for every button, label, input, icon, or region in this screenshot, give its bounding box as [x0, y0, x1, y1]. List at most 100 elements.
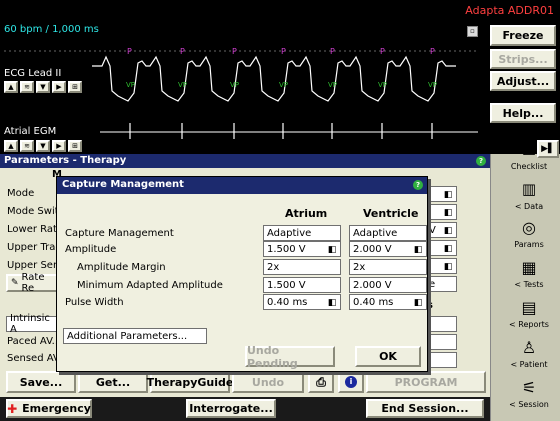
additional-parameters-button[interactable]: Additional Parameters... [63, 328, 207, 344]
egm-up-button[interactable]: ▲ [4, 140, 18, 152]
param-row-mode: Mode [7, 188, 35, 199]
additional-parameters-label: Additional Parameters... [67, 330, 188, 342]
patient-icon: ♙ [521, 338, 537, 357]
intrinsic-label: Intrinsic A [10, 313, 50, 335]
parameters-title: Parameters - Therapy [4, 155, 127, 166]
sidebar-item-tests[interactable]: ▦ < Tests [498, 258, 560, 289]
help-circle-icon[interactable]: ? [476, 156, 486, 166]
atrium-amplitude[interactable]: 1.500 V ◧ [263, 241, 341, 257]
svg-text:VP: VP [428, 81, 437, 89]
param-field-fragment-2[interactable]: ◧ [425, 204, 457, 220]
field-value: 2x [267, 261, 280, 273]
undo-button[interactable]: Undo [232, 371, 304, 393]
therapy-guide-button[interactable]: TherapyGuide [147, 371, 233, 393]
emergency-button[interactable]: ✚ Emergency [6, 399, 92, 418]
sidebar-item-patient[interactable]: ♙ < Patient [498, 338, 560, 369]
ok-button[interactable]: OK [355, 346, 421, 367]
tests-icon: ▦ [521, 258, 537, 277]
lead-up-button[interactable]: ▲ [4, 81, 18, 93]
svg-text:P: P [127, 47, 132, 56]
program-button[interactable]: PROGRAM [366, 371, 486, 393]
ventricle-amplitude-margin[interactable]: 2x [349, 259, 427, 275]
param-field-fragment-6[interactable]: e [425, 276, 457, 292]
get-button[interactable]: Get... [78, 371, 148, 393]
strips-button[interactable]: Strips... [490, 49, 556, 69]
lead-scale-button[interactable]: ≋ [20, 81, 34, 93]
dropdown-icon: ◧ [327, 244, 337, 255]
atrial-egm-label: Atrial EGM [4, 126, 57, 137]
sidebar-item-label: Params [514, 240, 544, 249]
row-label-amplitude-margin: Amplitude Margin [77, 262, 166, 273]
field-fragment-text: V [429, 224, 436, 236]
sidebar-item-session[interactable]: ⚟ < Session [498, 378, 560, 409]
sidebar-item-label: < Patient [510, 360, 548, 369]
rate-response-button[interactable]: ✎ Rate Re [6, 272, 58, 294]
egm-next-button[interactable]: ▶ [52, 140, 66, 152]
dialog-help-icon[interactable]: ? [413, 180, 423, 190]
field-value: Adaptive [353, 227, 398, 239]
field-fragment-text: e [429, 278, 436, 290]
info-button[interactable]: i [338, 371, 364, 393]
ventricle-min-adapted-amplitude[interactable]: 2.000 V [349, 277, 427, 293]
lead-next-button[interactable]: ▶ [52, 81, 66, 93]
svg-text:P: P [180, 47, 185, 56]
param-field-fragment-7[interactable] [425, 316, 457, 332]
lead-down-button[interactable]: ▼ [36, 81, 50, 93]
egm-down-button[interactable]: ▼ [36, 140, 50, 152]
field-value: 0.40 ms [267, 296, 308, 308]
svg-text:VP: VP [178, 81, 187, 89]
col-header-atrium: Atrium [285, 207, 328, 220]
print-button[interactable]: ⎙ [308, 371, 334, 393]
params-disc-icon: ◎ [522, 218, 536, 237]
param-row-lower-rate: Lower Rate [7, 224, 64, 235]
sidebar-item-data[interactable]: ▥ < Data [498, 180, 560, 211]
dialog-title: Capture Management [62, 179, 184, 190]
lead-grid-button[interactable]: ⊞ [68, 81, 82, 93]
adjust-button[interactable]: Adjust... [490, 71, 556, 91]
field-value: 0.40 ms [353, 296, 394, 308]
ecg-lead-controls: ▲ ≋ ▼ ▶ ⊞ [4, 81, 82, 93]
interrogate-button[interactable]: Interrogate... [186, 399, 276, 418]
atrium-min-adapted-amplitude[interactable]: 1.500 V [263, 277, 341, 293]
reports-icon: ▤ [521, 298, 537, 317]
printer-icon: ⎙ [316, 374, 326, 389]
ecg-panel: 60 bpm / 1,000 ms ▫ PPPPPPP VP VP VP VP VP VP… [0, 21, 482, 154]
intrinsic-field[interactable]: Intrinsic A [6, 313, 58, 335]
atrium-capture-management[interactable]: Adaptive [263, 225, 341, 241]
capture-management-dialog: Capture Management ? Atrium Ventricle Ca… [56, 176, 428, 372]
svg-text:P: P [380, 47, 385, 56]
param-field-fragment-8[interactable] [425, 334, 457, 350]
end-session-button[interactable]: End Session... [366, 399, 484, 418]
freeze-button[interactable]: Freeze [490, 25, 556, 46]
sidebar-item-label: < Session [509, 400, 549, 409]
parameters-header: Parameters - Therapy ? [0, 154, 490, 168]
undo-pending-button[interactable]: Undo Pending [245, 344, 335, 370]
col-header-ventricle: Ventricle [363, 207, 419, 220]
right-control-panel: Freeze Strips... Adjust... Help... [482, 21, 560, 154]
param-field-fragment-1[interactable]: ◧ [425, 186, 457, 202]
param-field-fragment-3[interactable]: V ◧ [425, 222, 457, 238]
help-button[interactable]: Help... [490, 103, 556, 123]
sidebar-item-reports[interactable]: ▤ < Reports [498, 298, 560, 329]
atrium-amplitude-margin[interactable]: 2x [263, 259, 341, 275]
row-label-amplitude: Amplitude [65, 244, 117, 255]
save-button[interactable]: Save... [6, 371, 76, 393]
egm-grid-button[interactable]: ⊞ [68, 140, 82, 152]
paced-av-label[interactable]: Paced AV... [7, 336, 61, 347]
ventricle-pulse-width[interactable]: 0.40 ms ◧ [349, 294, 427, 310]
sidebar-item-checklist[interactable]: ☑ Checklist [498, 140, 560, 171]
param-field-fragment-5[interactable]: ◧ [425, 258, 457, 274]
device-label: Adapta ADDR01 [465, 4, 554, 17]
ventricle-capture-management[interactable]: Adaptive [349, 225, 427, 241]
top-bar: Adapta ADDR01 [0, 0, 560, 21]
egm-scale-button[interactable]: ≋ [20, 140, 34, 152]
field-value: 2.000 V [353, 279, 392, 291]
ventricle-amplitude[interactable]: 2.000 V ◧ [349, 241, 427, 257]
dropdown-icon: ◧ [443, 207, 453, 218]
dropdown-icon: ◧ [443, 261, 453, 272]
sidebar-item-label: < Data [514, 202, 544, 211]
param-field-fragment-4[interactable]: ◧ [425, 240, 457, 256]
atrium-pulse-width[interactable]: 0.40 ms ◧ [263, 294, 341, 310]
sidebar-item-params[interactable]: ◎ Params [498, 218, 560, 249]
param-field-fragment-9[interactable] [425, 352, 457, 368]
